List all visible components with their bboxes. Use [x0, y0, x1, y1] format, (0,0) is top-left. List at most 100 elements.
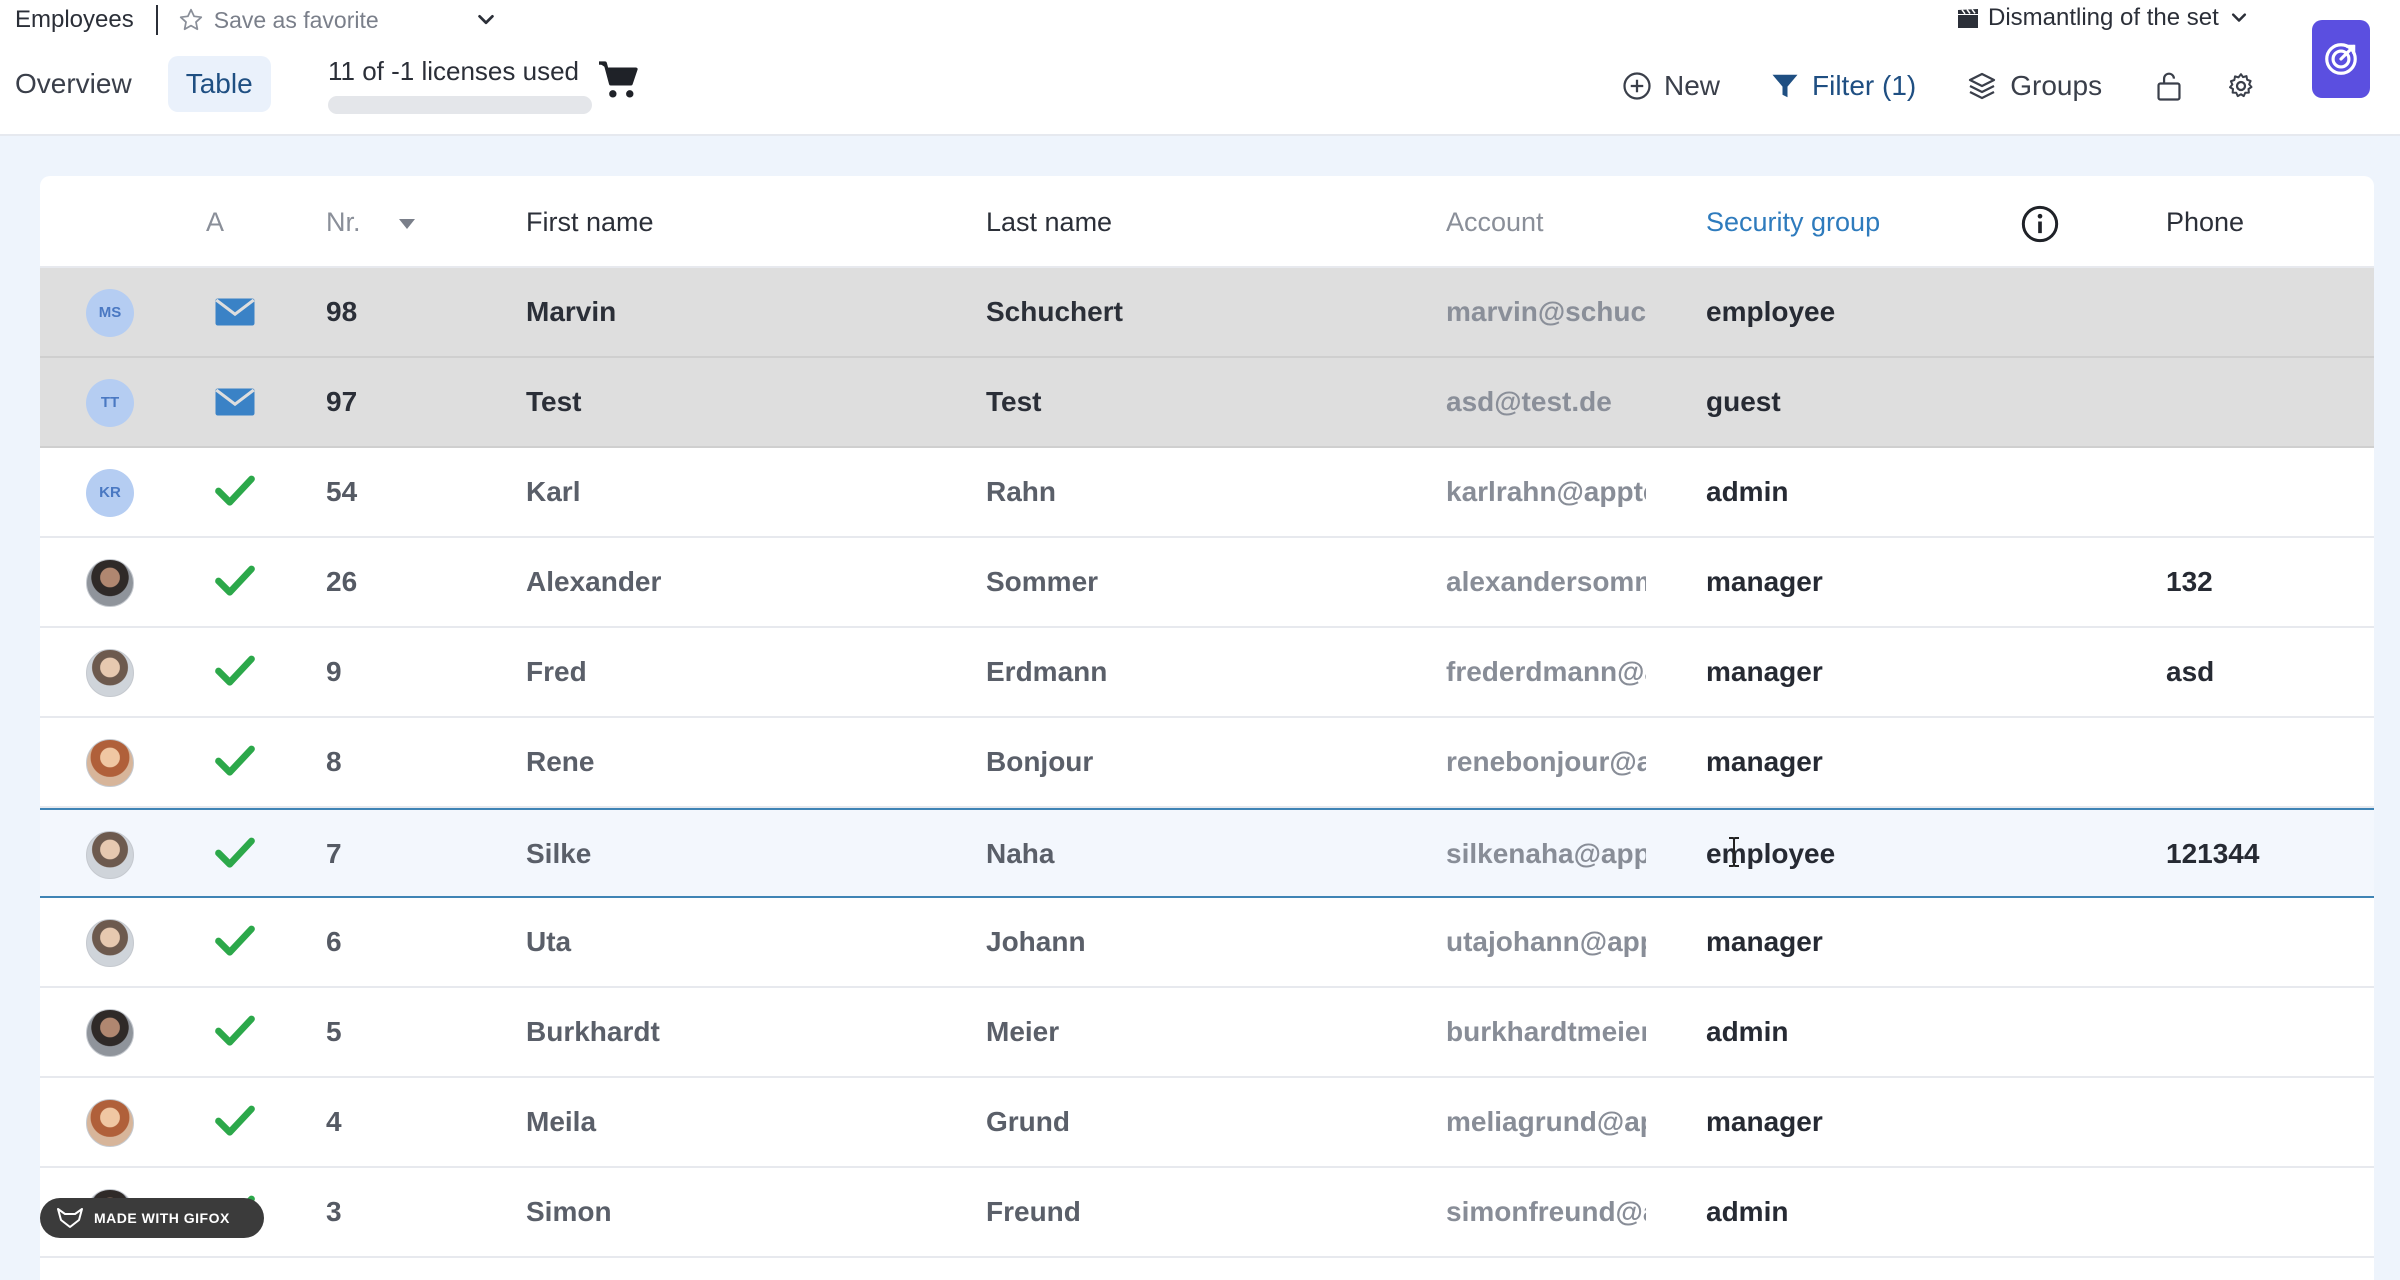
security-group[interactable]: guest — [1706, 358, 2046, 446]
first-name[interactable]: Alexander — [526, 538, 946, 626]
last-name[interactable]: Meier — [986, 988, 1406, 1076]
column-header-account[interactable]: Account — [1446, 176, 1544, 268]
employee-number[interactable]: 26 — [326, 538, 426, 626]
tab-table[interactable]: Table — [167, 56, 271, 112]
phone-number[interactable] — [2166, 898, 2366, 986]
column-header-first-name[interactable]: First name — [526, 176, 654, 268]
first-name[interactable]: Rene — [526, 718, 946, 806]
account-email[interactable]: frederdmann@a — [1446, 628, 1646, 716]
security-group[interactable]: admin — [1706, 988, 2046, 1076]
employee-number[interactable]: 54 — [326, 448, 426, 536]
avatar[interactable] — [86, 559, 134, 607]
employee-number[interactable]: 6 — [326, 898, 426, 986]
phone-number[interactable] — [2166, 988, 2366, 1076]
last-name[interactable]: Rahn — [986, 448, 1406, 536]
info-icon[interactable] — [2020, 204, 2060, 244]
account-email[interactable]: renebonjour@a — [1446, 718, 1646, 806]
phone-number[interactable]: 132 — [2166, 538, 2366, 626]
security-group[interactable]: admin — [1706, 1168, 2046, 1256]
last-name[interactable]: Erdmann — [986, 628, 1406, 716]
phone-number[interactable] — [2166, 268, 2366, 356]
last-name[interactable]: Freund — [986, 1168, 1406, 1256]
chevron-down-icon[interactable] — [475, 9, 497, 31]
avatar[interactable] — [86, 831, 134, 879]
phone-number[interactable] — [2166, 1078, 2366, 1166]
employee-number[interactable]: 8 — [326, 718, 426, 806]
lock-button[interactable] — [2154, 64, 2184, 108]
table-row[interactable]: 26 Alexander Sommer alexandersomm manager 132 — [40, 538, 2374, 628]
security-group[interactable]: admin — [1706, 448, 2046, 536]
first-name[interactable]: Silke — [526, 810, 946, 898]
last-name[interactable]: Sommer — [986, 538, 1406, 626]
avatar[interactable] — [86, 1099, 134, 1147]
phone-number[interactable] — [2166, 358, 2366, 446]
settings-button[interactable] — [2226, 64, 2256, 108]
table-row[interactable]: 9 Fred Erdmann frederdmann@a manager asd — [40, 628, 2374, 718]
first-name[interactable]: Karl — [526, 448, 946, 536]
first-name[interactable]: Fred — [526, 628, 946, 716]
first-name[interactable]: Test — [526, 358, 946, 446]
table-row[interactable]: 6 Uta Johann utajohann@app manager — [40, 898, 2374, 988]
phone-number[interactable]: asd — [2166, 628, 2366, 716]
column-header-nr[interactable]: Nr. — [326, 176, 416, 268]
first-name[interactable]: Meila — [526, 1078, 946, 1166]
table-row[interactable]: KR 54 Karl Rahn karlrahn@appte admin — [40, 448, 2374, 538]
employee-number[interactable]: 9 — [326, 628, 426, 716]
set-selector[interactable]: Dismantling of the set — [1956, 4, 2249, 32]
employee-number[interactable]: 3 — [326, 1168, 426, 1256]
save-favorite-button[interactable]: Save as favorite — [178, 7, 507, 34]
first-name[interactable]: Simon — [526, 1168, 946, 1256]
column-header-active[interactable]: A — [206, 176, 224, 268]
security-group[interactable]: manager — [1706, 898, 2046, 986]
sort-desc-icon[interactable] — [398, 218, 416, 230]
account-email[interactable]: alexandersomm — [1446, 538, 1646, 626]
avatar[interactable] — [86, 649, 134, 697]
new-button[interactable]: New — [1622, 64, 1720, 108]
avatar[interactable] — [86, 739, 134, 787]
first-name[interactable]: Uta — [526, 898, 946, 986]
employee-number[interactable]: 5 — [326, 988, 426, 1076]
employee-number[interactable]: 98 — [326, 268, 426, 356]
avatar[interactable]: KR — [86, 469, 134, 517]
account-email[interactable]: karlrahn@appte — [1446, 448, 1646, 536]
account-email[interactable]: meliagrund@ap — [1446, 1078, 1646, 1166]
avatar[interactable]: MS — [86, 289, 134, 337]
table-row[interactable]: MS 98 Marvin Schuchert marvin@schuch employee — [40, 268, 2374, 358]
security-group[interactable]: employee — [1706, 810, 2046, 898]
security-group[interactable]: manager — [1706, 538, 2046, 626]
phone-number[interactable] — [2166, 1168, 2366, 1256]
column-header-phone[interactable]: Phone — [2166, 176, 2244, 268]
table-row[interactable]: 7 Silke Naha silkenaha@app employee 121344 — [40, 808, 2374, 898]
table-row[interactable]: 3 Simon Freund simonfreund@a admin — [40, 1168, 2374, 1258]
cart-icon[interactable] — [597, 60, 641, 100]
account-email[interactable]: utajohann@app — [1446, 898, 1646, 986]
phone-number[interactable] — [2166, 448, 2366, 536]
breadcrumb-employees[interactable]: Employees — [15, 6, 134, 34]
last-name[interactable]: Bonjour — [986, 718, 1406, 806]
groups-button[interactable]: Groups — [1966, 64, 2102, 108]
employee-number[interactable]: 7 — [326, 810, 426, 898]
security-group[interactable]: employee — [1706, 268, 2046, 356]
last-name[interactable]: Test — [986, 358, 1406, 446]
column-header-last-name[interactable]: Last name — [986, 176, 1112, 268]
column-header-security-group[interactable]: Security group — [1706, 176, 1880, 268]
account-email[interactable]: asd@test.de — [1446, 358, 1646, 446]
table-row[interactable]: 4 Meila Grund meliagrund@ap manager — [40, 1078, 2374, 1168]
phone-number[interactable]: 121344 — [2166, 810, 2366, 898]
last-name[interactable]: Grund — [986, 1078, 1406, 1166]
avatar[interactable]: TT — [86, 379, 134, 427]
tab-overview[interactable]: Overview — [15, 56, 150, 112]
first-name[interactable]: Burkhardt — [526, 988, 946, 1076]
avatar[interactable] — [86, 1009, 134, 1057]
employee-number[interactable]: 97 — [326, 358, 426, 446]
last-name[interactable]: Naha — [986, 810, 1406, 898]
account-email[interactable]: silkenaha@app — [1446, 810, 1646, 898]
security-group[interactable]: manager — [1706, 1078, 2046, 1166]
table-row[interactable]: 5 Burkhardt Meier burkhardtmeier admin — [40, 988, 2374, 1078]
account-email[interactable]: burkhardtmeier — [1446, 988, 1646, 1076]
assistant-app-button[interactable] — [2312, 20, 2370, 98]
account-email[interactable]: simonfreund@a — [1446, 1168, 1646, 1256]
table-row[interactable]: 8 Rene Bonjour renebonjour@a manager — [40, 718, 2374, 808]
security-group[interactable]: manager — [1706, 628, 2046, 716]
phone-number[interactable] — [2166, 718, 2366, 806]
